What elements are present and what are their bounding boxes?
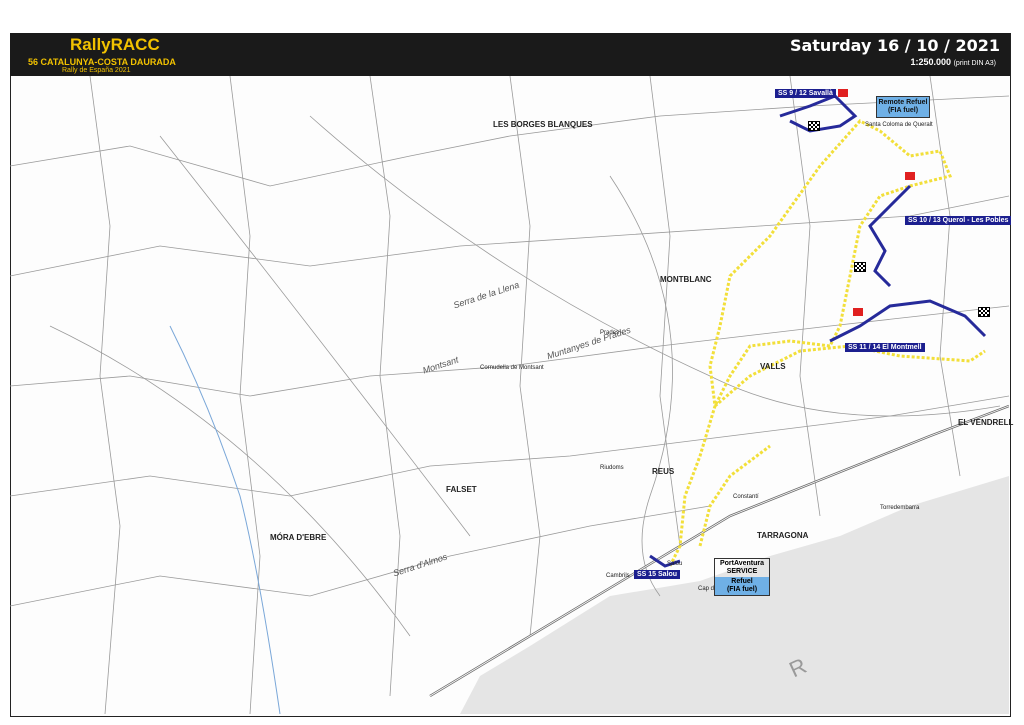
brand-logo: RallyRACC (70, 35, 160, 54)
stage-label-ss10[interactable]: SS 10 / 13 Querol - Les Pobles (905, 216, 1012, 225)
place-salou: Salou (667, 561, 683, 567)
place-falset: FALSET (446, 485, 477, 494)
finish-flag-icon (854, 262, 866, 272)
remote-refuel-title: Remote Refuel (878, 99, 928, 106)
stage-label-ss11[interactable]: SS 11 / 14 El Montmell (845, 343, 925, 352)
event-name: 56 CATALUNYA-COSTA DAURADA (28, 57, 176, 67)
map-date: Saturday 16 / 10 / 2021 (789, 36, 1000, 55)
place-cornudella: Cornudella de Montsant (480, 365, 544, 371)
stage-label-ss9[interactable]: SS 9 / 12 Savallà (775, 89, 836, 98)
river-ebre (169, 325, 281, 714)
event-subtitle: Rally de España 2021 (62, 67, 131, 74)
map-scale: 1:250.000 (print DIN A3) (910, 57, 996, 67)
road-map[interactable] (10, 76, 1009, 714)
service-box[interactable]: PortAventura SERVICE Refuel (FIA fuel) (714, 558, 770, 597)
place-torredembarra: Torredembarra (880, 505, 920, 511)
place-les-borges: LES BORGES BLANQUES (493, 120, 593, 129)
finish-flag-icon (808, 121, 820, 131)
stage-ss11 (829, 299, 987, 343)
remote-refuel-note: (FIA fuel) (887, 107, 919, 115)
place-tarragona: TARRAGONA (757, 531, 809, 540)
place-montblanc: MONTBLANC (660, 275, 712, 284)
place-riudoms: Riudoms (600, 465, 624, 471)
stage-label-ss15[interactable]: SS 15 Salou (634, 570, 681, 579)
place-mora: MÓRA D'EBRE (270, 533, 327, 542)
place-santa-coloma: Santa Coloma de Queralt (865, 122, 933, 128)
service-title: PortAventura SERVICE (719, 560, 765, 576)
service-refuel: Refuel (FIA fuel) (715, 577, 769, 596)
place-constanti: Constantí (733, 494, 759, 500)
remote-refuel-box[interactable]: Remote Refuel (FIA fuel) (876, 96, 930, 119)
start-flag-icon (853, 308, 863, 316)
place-reus: REUS (652, 467, 675, 476)
map-header: RallyRACC 56 CATALUNYA-COSTA DAURADA Ral… (10, 33, 1010, 76)
place-valls: VALLS (760, 362, 786, 371)
finish-flag-icon (978, 307, 990, 317)
start-flag-icon (838, 89, 848, 97)
place-vendrell: EL VENDRELL (958, 418, 1014, 427)
place-cambrils: Cambrils (606, 573, 630, 579)
start-flag-icon (905, 172, 915, 180)
